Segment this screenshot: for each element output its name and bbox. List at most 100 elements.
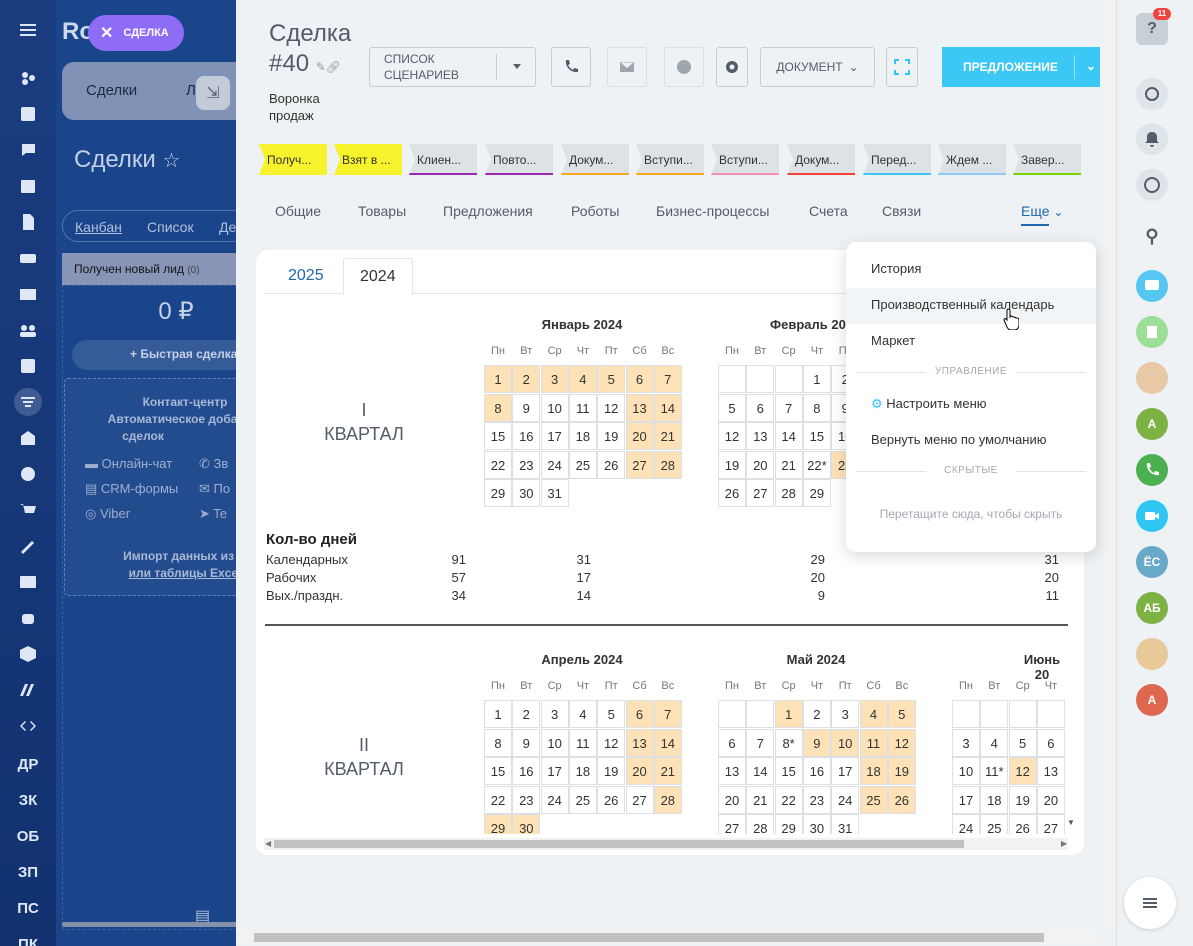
link-icon[interactable]: 🔗︎ xyxy=(326,60,341,74)
nav-dr[interactable]: ДР xyxy=(14,750,42,778)
stage-11[interactable]: Завер... xyxy=(1013,144,1089,175)
stat-value: 57 xyxy=(451,570,466,585)
panel-vertical-scrollbar[interactable] xyxy=(1103,0,1115,930)
stage-9[interactable]: Перед... xyxy=(863,144,939,175)
menu-item-production-calendar[interactable]: Производственный календарь xyxy=(871,297,1054,312)
nav-zp[interactable]: ЗП xyxy=(14,858,42,886)
stage-5[interactable]: Докум... xyxy=(561,144,637,175)
settings-button[interactable] xyxy=(716,47,748,87)
phone-icon[interactable] xyxy=(1136,454,1168,486)
stage-4[interactable]: Повто... xyxy=(485,144,561,175)
stage-6[interactable]: Вступи... xyxy=(636,144,712,175)
list-icon[interactable] xyxy=(1124,877,1176,929)
timeline-icon[interactable] xyxy=(1136,169,1168,201)
tab-products[interactable]: Товары xyxy=(358,203,406,219)
chevron-down-icon[interactable] xyxy=(513,64,521,73)
bg-tab-kanban[interactable]: Канбан xyxy=(75,219,122,235)
tab-offers[interactable]: Предложения xyxy=(443,203,533,219)
target-icon[interactable] xyxy=(14,460,42,488)
panel-horizontal-scrollbar[interactable] xyxy=(238,930,1094,944)
drive-icon[interactable] xyxy=(14,244,42,272)
shop-icon[interactable] xyxy=(14,496,42,524)
search-icon[interactable]: ⚲ xyxy=(1136,220,1168,252)
stage-10[interactable]: Ждем ... xyxy=(938,144,1014,175)
stage-7[interactable]: Вступи... xyxy=(711,144,787,175)
contacts-icon[interactable] xyxy=(14,568,42,596)
tab-links[interactable]: Связи xyxy=(882,203,921,219)
logo-m-icon[interactable] xyxy=(14,676,42,704)
tab-general[interactable]: Общие xyxy=(275,203,321,219)
bg-scrollbar[interactable] xyxy=(62,922,236,927)
bg-tab-other[interactable]: Де xyxy=(219,219,236,235)
refresh-icon[interactable] xyxy=(1136,78,1168,110)
bg-quick-deal-button[interactable]: + Быстрая сделка xyxy=(72,340,236,370)
avatar[interactable]: АБ xyxy=(1136,592,1168,624)
tab-robots[interactable]: Роботы xyxy=(571,203,619,219)
open-channels-icon[interactable] xyxy=(1136,270,1168,302)
tasks-icon[interactable] xyxy=(14,100,42,128)
tab-year-2025[interactable]: 2025 xyxy=(272,258,340,295)
menu-icon[interactable] xyxy=(14,16,42,44)
scenarios-button[interactable]: СПИСОК СЦЕНАРИЕВ xyxy=(369,47,536,87)
documents-icon[interactable] xyxy=(14,208,42,236)
photo-avatar[interactable] xyxy=(1136,638,1168,670)
message-button[interactable] xyxy=(664,47,704,87)
crm-funnel-icon[interactable] xyxy=(14,388,42,416)
calendar-day: 6 xyxy=(625,700,654,728)
calendar-horizontal-scrollbar[interactable]: ◀ ▶ xyxy=(264,838,1068,850)
close-icon[interactable]: ✕ xyxy=(100,23,113,43)
calendar-icon[interactable] xyxy=(14,172,42,200)
notes-icon[interactable] xyxy=(1136,316,1168,348)
propose-button[interactable]: ПРЕДЛОЖЕНИЕ ⌄ xyxy=(942,47,1100,87)
sign-icon[interactable] xyxy=(14,532,42,560)
left-navigation: ДР ЗК ОБ ЗП ПС ПК xyxy=(0,0,56,946)
nav-pk[interactable]: ПК xyxy=(14,930,42,946)
stage-1[interactable]: Получ... xyxy=(259,144,335,175)
call-button[interactable] xyxy=(551,47,591,87)
menu-item-history[interactable]: История xyxy=(871,261,921,276)
calendar-day: 12 xyxy=(597,393,626,422)
bg-tab-deals[interactable]: Сделки xyxy=(86,82,137,99)
menu-item-market[interactable]: Маркет xyxy=(871,333,915,348)
tab-year-2024[interactable]: 2024 xyxy=(343,258,413,295)
bell-icon[interactable] xyxy=(1136,123,1168,155)
stage-8[interactable]: Докум... xyxy=(787,144,863,175)
funnel-selector[interactable]: Воронка продаж xyxy=(269,90,339,124)
collapse-icon[interactable]: ⇲ xyxy=(196,76,230,110)
activity-stream-icon[interactable] xyxy=(14,64,42,92)
calendar-day: 28 xyxy=(746,814,775,834)
company-icon[interactable] xyxy=(14,424,42,452)
chevron-down-icon[interactable]: ⌄ xyxy=(1086,59,1096,73)
nav-ps[interactable]: ПС xyxy=(14,894,42,922)
avatar[interactable]: ЁС xyxy=(1136,546,1168,578)
nav-zk[interactable]: ЗК xyxy=(14,786,42,814)
scroll-down-arrow[interactable]: ▼ xyxy=(1067,818,1075,827)
bg-tab-leads[interactable]: Л xyxy=(186,82,196,99)
document-button[interactable]: ДОКУМЕНТ ⌄ xyxy=(760,47,875,87)
scan-button[interactable] xyxy=(886,47,918,87)
tab-business-processes[interactable]: Бизнес-процессы xyxy=(656,203,769,219)
menu-item-reset[interactable]: Вернуть меню по умолчанию xyxy=(871,432,1046,447)
edit-icon[interactable]: ✎ xyxy=(316,60,326,74)
box-icon[interactable] xyxy=(14,640,42,668)
tab-invoices[interactable]: Счета xyxy=(809,203,848,219)
deal-close-pill[interactable]: ✕ СДЕЛКА xyxy=(88,15,184,51)
group-avatar[interactable] xyxy=(1136,362,1168,394)
checklist-icon[interactable] xyxy=(14,352,42,380)
stage-3[interactable]: Клиен... xyxy=(409,144,485,175)
menu-item-configure[interactable]: ⚙ Настроить меню xyxy=(871,396,987,412)
robot-icon[interactable] xyxy=(14,604,42,632)
nav-ob[interactable]: ОБ xyxy=(14,822,42,850)
chat-icon[interactable] xyxy=(14,136,42,164)
mail-icon[interactable] xyxy=(14,280,42,308)
tab-more[interactable]: Еще ⌄ xyxy=(1021,203,1063,219)
avatar[interactable]: А xyxy=(1136,684,1168,716)
bg-tab-list[interactable]: Список xyxy=(147,219,194,235)
calendar-day: 10 xyxy=(831,728,860,757)
groups-icon[interactable] xyxy=(14,316,42,344)
video-icon[interactable] xyxy=(1136,500,1168,532)
stage-2[interactable]: Взят в ... xyxy=(334,144,410,175)
email-button[interactable] xyxy=(607,47,647,87)
avatar[interactable]: А xyxy=(1136,408,1168,440)
code-icon[interactable] xyxy=(14,712,42,740)
